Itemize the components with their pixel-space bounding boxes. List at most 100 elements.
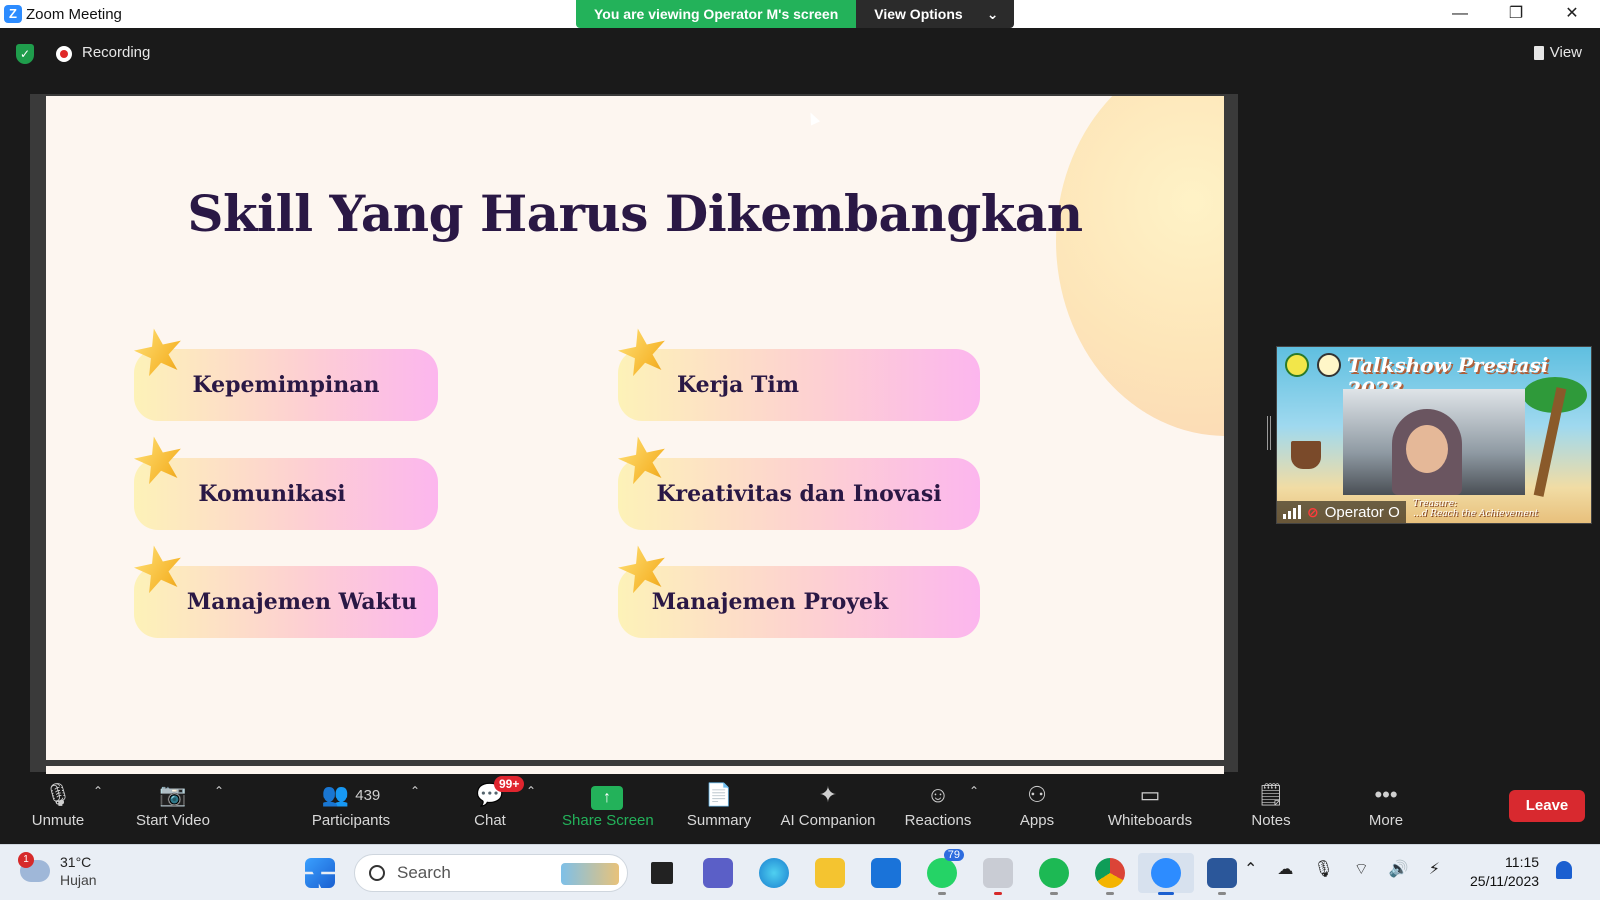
microphone-muted-icon: 🎙 <box>44 782 72 807</box>
gallery-resize-handle[interactable] <box>1267 416 1271 450</box>
security-shield-icon[interactable]: ✓ <box>16 44 34 64</box>
summary-label: Summary <box>686 812 752 829</box>
windows-logo-icon <box>305 858 335 888</box>
muted-mic-icon: ⊘ <box>1307 503 1319 520</box>
apps-button[interactable]: ⚇ Apps <box>1012 780 1062 840</box>
notes-button[interactable]: 🗒 Notes <box>1246 780 1296 840</box>
microphone-icon[interactable]: 🎙 <box>1313 859 1333 879</box>
more-dots-icon: ••• <box>1374 782 1398 807</box>
reactions-button[interactable]: ☺ Reactions <box>902 780 974 840</box>
taskbar-pinned-apps: Search 79 <box>292 849 1250 895</box>
view-label: View <box>1549 44 1582 61</box>
skill-card: Kreativitas dan Inovasi <box>618 458 980 530</box>
audio-options-caret[interactable]: ⌃ <box>93 784 103 798</box>
leave-button[interactable]: Leave <box>1509 790 1585 822</box>
clock-time: 11:15 <box>1505 854 1540 870</box>
summary-button[interactable]: 📄 Summary <box>683 780 755 840</box>
reactions-label: Reactions <box>904 812 972 829</box>
taskbar-file-explorer[interactable] <box>802 853 858 893</box>
participants-options-caret[interactable]: ⌃ <box>410 784 420 798</box>
start-video-button[interactable]: 📷 Start Video <box>130 780 216 840</box>
skill-label: Kreativitas dan Inovasi <box>656 481 942 507</box>
participants-count: 439 <box>355 787 381 805</box>
slide-title: Skill Yang Harus Dikembangkan <box>187 184 1083 243</box>
running-indicator <box>1050 892 1058 895</box>
taskbar-teams[interactable] <box>690 853 746 893</box>
chat-label: Chat <box>474 812 506 829</box>
window-title: Zoom Meeting <box>26 6 122 23</box>
skill-label: Manajemen Proyek <box>651 589 889 615</box>
reactions-options-caret[interactable]: ⌃ <box>969 784 979 798</box>
taskbar-whatsapp[interactable]: 79 <box>914 849 970 895</box>
taskbar-clock[interactable]: 11:15 25/11/2023 <box>1470 853 1539 891</box>
apps-icon: ⚇ <box>1027 782 1047 807</box>
whiteboards-label: Whiteboards <box>1107 812 1193 829</box>
speaker-volume-icon[interactable]: 🔊 <box>1389 859 1409 879</box>
caption-line: Treasure: <box>1413 499 1458 509</box>
ai-companion-button[interactable]: ✦ AI Companion <box>778 780 878 840</box>
running-indicator <box>1106 892 1114 895</box>
whiteboards-button[interactable]: ▭ Whiteboards <box>1102 780 1198 840</box>
skill-label: Manajemen Waktu <box>186 589 418 615</box>
more-button[interactable]: ••• More <box>1362 780 1410 840</box>
recording-icon <box>56 46 72 62</box>
taskbar-word[interactable] <box>1194 853 1250 895</box>
participants-button[interactable]: 👥 439 Participants <box>306 780 396 840</box>
whatsapp-unread-badge: 79 <box>943 849 964 861</box>
battery-charging-icon[interactable]: ⚡ <box>1429 859 1440 879</box>
chevron-up-icon[interactable]: ⌃ <box>1244 859 1257 879</box>
teams-chat-icon <box>703 858 733 888</box>
speaker-face <box>1406 425 1448 473</box>
participants-icon: 👥 439 <box>321 782 381 807</box>
search-placeholder: Search <box>397 863 451 882</box>
chrome-icon <box>1095 858 1125 888</box>
clock-date: 25/11/2023 <box>1470 873 1540 889</box>
onedrive-cloud-icon[interactable]: ☁ <box>1277 859 1293 879</box>
notes-label: Notes <box>1251 812 1291 829</box>
skill-card: Komunikasi <box>134 458 438 530</box>
word-icon <box>1207 858 1237 888</box>
minimize-button[interactable]: — <box>1432 0 1488 28</box>
weather-temperature: 31°C <box>60 854 92 870</box>
apps-label: Apps <box>1019 812 1055 829</box>
share-screen-button[interactable]: ↑ Share Screen <box>562 780 654 840</box>
rain-cloud-icon: 1 <box>18 852 50 882</box>
weather-widget[interactable]: 1 31°C Hujan <box>18 852 97 889</box>
skill-card: Kerja Tim <box>618 349 980 421</box>
taskbar-spotify[interactable] <box>1026 853 1082 895</box>
close-button[interactable]: ✕ <box>1544 0 1600 28</box>
taskbar-archive-app[interactable] <box>970 853 1026 895</box>
spotify-icon <box>1039 858 1069 888</box>
viewing-screen-label: You are viewing Operator M's screen <box>576 0 857 28</box>
video-off-icon: 📷 <box>159 782 187 807</box>
start-button[interactable] <box>292 853 348 893</box>
taskbar-search[interactable]: Search <box>354 854 628 892</box>
participant-video-tile[interactable]: Talkshow Prestasi 2023 Treasure: ...d Re… <box>1276 346 1592 524</box>
taskbar-chrome[interactable] <box>1082 853 1138 895</box>
meeting-toolbar: 🎙 Unmute ⌃ 📷 Start Video ⌃ 👥 439 Partici… <box>0 774 1600 844</box>
video-options-caret[interactable]: ⌃ <box>214 784 224 798</box>
restore-button[interactable]: ❐ <box>1488 0 1544 28</box>
caption-line: ...d Reach the Achievement <box>1413 509 1539 519</box>
taskbar-task-view[interactable] <box>634 853 690 893</box>
view-button[interactable]: View <box>1533 44 1582 61</box>
ai-companion-label: AI Companion <box>780 812 876 829</box>
participant-name: Operator O <box>1324 503 1400 521</box>
skill-label: Komunikasi <box>198 481 346 507</box>
organization-logo-icon <box>1317 353 1341 377</box>
unmute-button[interactable]: 🎙 Unmute <box>22 780 94 840</box>
taskbar-mail[interactable] <box>858 853 914 893</box>
active-indicator <box>1158 892 1174 895</box>
wifi-icon[interactable]: ⌔ <box>1354 859 1369 879</box>
view-options-button[interactable]: View Options ⌄ <box>856 0 1015 28</box>
skill-card: Manajemen Waktu <box>134 566 438 638</box>
running-indicator <box>1218 892 1226 895</box>
share-screen-label: Share Screen <box>562 812 654 829</box>
decorative-sun-shape <box>1056 96 1224 436</box>
taskbar-zoom[interactable] <box>1138 853 1194 895</box>
system-tray: ⌃ ☁ 🎙 ⌔ 🔊 ⚡ <box>1244 859 1440 879</box>
taskbar-edge[interactable] <box>746 853 802 893</box>
notification-bell-icon[interactable] <box>1556 861 1572 879</box>
chat-options-caret[interactable]: ⌃ <box>526 784 536 798</box>
view-options-label: View Options <box>874 6 963 22</box>
